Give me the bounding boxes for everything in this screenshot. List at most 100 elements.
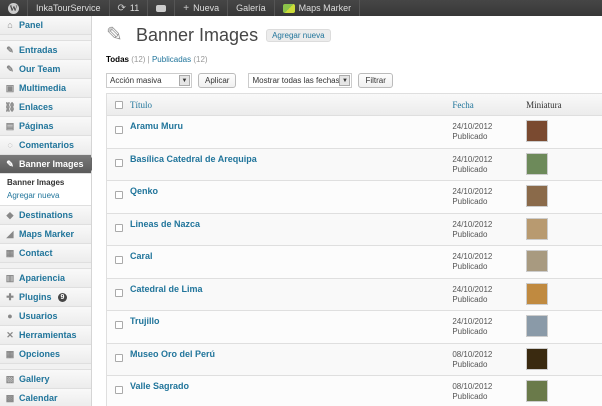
filter-published-link[interactable]: Publicadas	[152, 55, 191, 64]
comments-button[interactable]	[148, 0, 176, 16]
row-title-link[interactable]: Museo Oro del Perú	[130, 344, 452, 359]
maps-marker-link[interactable]: Maps Marker	[275, 0, 361, 16]
dropdown-arrow-icon: ▼	[179, 75, 190, 86]
dropdown-arrow-icon: ▼	[339, 75, 351, 86]
row-date: 24/10/2012	[452, 284, 493, 294]
comments-icon: ◌	[7, 140, 13, 150]
thumbnail-image[interactable]	[526, 120, 549, 142]
row-checkbox-cell	[107, 311, 130, 329]
row-title-link[interactable]: Qenko	[130, 181, 452, 196]
thumbnail-image[interactable]	[526, 347, 549, 370]
row-title-link[interactable]: Caral	[130, 246, 452, 261]
row-title-link[interactable]: Basílica Catedral de Arequipa	[130, 149, 452, 164]
row-status: Publicado	[452, 197, 488, 206]
sidebar-item-p-ginas[interactable]: ▤ Páginas	[0, 117, 91, 136]
maps-marker-icon	[282, 3, 295, 13]
sidebar-item-opciones[interactable]: ▦ Opciones	[0, 345, 91, 364]
bulk-action-select[interactable]: Acción masiva ▼	[106, 73, 192, 88]
row-checkbox[interactable]	[114, 288, 123, 297]
title-column-header[interactable]: Título	[130, 100, 452, 110]
sidebar-item-maps-marker[interactable]: ◢ Maps Marker	[0, 225, 91, 244]
sidebar-item-usuarios[interactable]: ● Usuarios	[0, 307, 91, 326]
row-date: 24/10/2012	[452, 219, 493, 229]
thumbnail-image[interactable]	[526, 250, 549, 272]
sidebar-item-label: Our Team	[19, 64, 61, 74]
row-date-cell: 08/10/2012 Publicado	[452, 344, 526, 370]
sidebar-item-apariencia[interactable]: ▥ Apariencia	[0, 269, 91, 288]
gallery-link[interactable]: Galería	[228, 0, 275, 16]
updates-button[interactable]: ⟳ 11	[110, 0, 149, 16]
sidebar-item-multimedia[interactable]: ▣ Multimedia	[0, 79, 91, 98]
sidebar-item-entradas[interactable]: ✎ Entradas	[0, 41, 91, 60]
row-checkbox[interactable]	[114, 126, 123, 134]
new-content-button[interactable]: + Nueva	[175, 0, 229, 16]
row-checkbox[interactable]	[114, 223, 123, 232]
posts-table: Título Fecha Miniatura Aramu Muru 24/10/2…	[106, 93, 602, 406]
table-row: Qenko 24/10/2012 Publicado	[107, 181, 602, 214]
thumbnail-image[interactable]	[526, 380, 549, 402]
sidebar-item-calendar[interactable]: ▩ Calendar	[0, 389, 91, 406]
sidebar-item-banner-images[interactable]: ✎ Banner Images	[0, 155, 98, 174]
thumbnail-image[interactable]	[526, 185, 549, 207]
thumbnail-image[interactable]	[526, 152, 549, 175]
row-title-link[interactable]: Trujillo	[130, 311, 452, 326]
pin-icon: ✎	[6, 44, 14, 55]
thumbnail-image[interactable]	[526, 315, 549, 337]
sidebar-item-enlaces[interactable]: ⛓ Enlaces	[0, 98, 91, 117]
row-title-link[interactable]: Aramu Muru	[130, 116, 452, 131]
table-row: Catedral de Lima 24/10/2012 Publicado	[107, 278, 602, 311]
submenu-item[interactable]: Agregar nueva	[0, 189, 91, 202]
calendar-icon: ▩	[5, 392, 15, 403]
row-thumbnail-cell	[526, 181, 602, 207]
admin-sidebar: ⌂ Panel ✎ Entradas ✎ Our Team ▣ Multimedia ⛓ Enla…	[0, 16, 98, 406]
gallery-icon: ▧	[5, 373, 15, 384]
filter-all-link[interactable]: Todas	[106, 55, 129, 64]
row-checkbox[interactable]	[114, 191, 123, 199]
row-checkbox-cell	[107, 246, 130, 264]
apply-button[interactable]: Aplicar	[198, 73, 237, 88]
thumbnail-image[interactable]	[526, 282, 549, 305]
table-body: Aramu Muru 24/10/2012 Publicado Basílica Ca…	[107, 116, 602, 406]
sidebar-item-comentarios[interactable]: ◌ Comentarios	[0, 136, 91, 155]
table-row: Lineas de Nazca 24/10/2012 Publicado	[107, 213, 602, 246]
row-status: Publicado	[452, 164, 488, 174]
sidebar-item-gallery[interactable]: ▧ Gallery	[0, 370, 91, 389]
row-title-link[interactable]: Catedral de Lima	[130, 279, 452, 294]
submenu-item[interactable]: Banner Images	[0, 176, 91, 189]
admin-bar: W InkaTourService ⟳ 11 + Nueva Galería M…	[0, 0, 602, 16]
sidebar-item-contact[interactable]: ▦ Contact	[0, 244, 91, 263]
row-checkbox[interactable]	[114, 386, 123, 394]
sidebar-item-label: Apariencia	[19, 273, 66, 283]
row-date-cell: 24/10/2012 Publicado	[452, 279, 526, 305]
row-checkbox[interactable]	[114, 353, 123, 362]
sidebar-item-label: Entradas	[19, 45, 58, 55]
comment-bubble-icon	[156, 4, 167, 12]
row-checkbox[interactable]	[114, 256, 123, 264]
row-thumbnail-cell	[526, 214, 602, 240]
page-title: Banner Images	[136, 24, 259, 45]
add-new-button[interactable]: Agregar nueva	[266, 28, 331, 42]
sidebar-item-our-team[interactable]: ✎ Our Team	[0, 60, 91, 79]
sidebar-item-destinations[interactable]: ◆ Destinations	[0, 206, 91, 225]
wordpress-logo-button[interactable]: W	[0, 0, 28, 16]
thumbnail-image[interactable]	[526, 217, 549, 240]
sidebar-item-label: Maps Marker	[19, 229, 75, 239]
row-title-link[interactable]: Lineas de Nazca	[130, 214, 452, 229]
site-name-link[interactable]: InkaTourService	[28, 0, 110, 16]
select-all-checkbox[interactable]	[114, 100, 123, 109]
sidebar-item-plugins[interactable]: ✚ Plugins 9	[0, 288, 91, 307]
row-checkbox[interactable]	[114, 321, 123, 329]
sidebar-item-label: Páginas	[19, 121, 54, 131]
sidebar-item-label: Calendar	[19, 393, 58, 403]
row-checkbox[interactable]	[114, 158, 123, 167]
row-date-cell: 24/10/2012 Publicado	[452, 149, 526, 175]
sidebar-item-panel[interactable]: ⌂ Panel	[0, 16, 91, 35]
filter-all-count: (12)	[131, 55, 146, 64]
sidebar-item-herramientas[interactable]: ✕ Herramientas	[0, 326, 91, 345]
date-filter-select[interactable]: Mostrar todas las fechas ▼	[248, 73, 353, 88]
sidebar-item-label: Gallery	[19, 374, 50, 384]
date-column-header[interactable]: Fecha	[452, 100, 526, 110]
table-row: Museo Oro del Perú 08/10/2012 Publicado	[107, 343, 602, 376]
filter-button[interactable]: Filtrar	[358, 73, 393, 88]
row-title-link[interactable]: Valle Sagrado	[130, 376, 452, 391]
